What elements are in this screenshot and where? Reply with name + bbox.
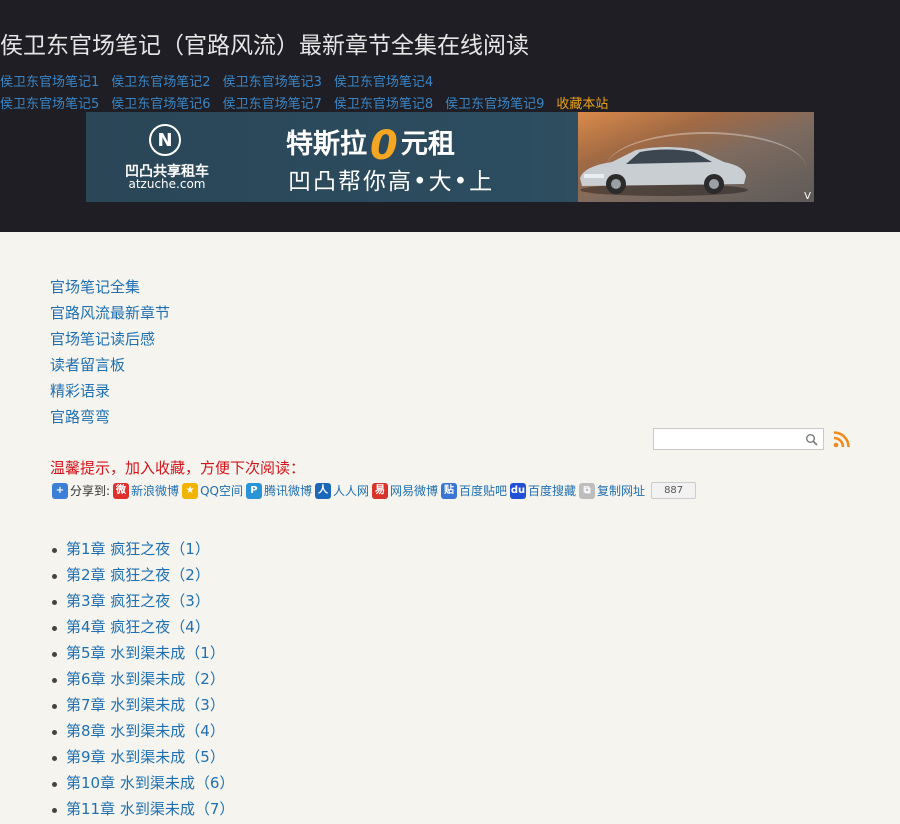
share-tqq-label: 腾讯微博 bbox=[263, 484, 312, 498]
weibo-icon: 微 bbox=[113, 482, 130, 499]
banner-headline-prefix: 特斯拉 bbox=[286, 129, 367, 160]
link-quotes[interactable]: 精彩语录 bbox=[50, 380, 170, 406]
list-item: 第5章 水到渠未成（1） bbox=[51, 642, 234, 668]
link-latest-chapters[interactable]: 官路风流最新章节 bbox=[50, 302, 170, 328]
list-item: 第1章 疯狂之夜（1） bbox=[51, 538, 234, 564]
nav-link-book-5[interactable]: 侯卫东官场笔记5 bbox=[0, 97, 99, 112]
top-nav-row-2: 侯卫东官场笔记5 侯卫东官场笔记6 侯卫东官场笔记7 侯卫东官场笔记8 侯卫东官场笔记9… bbox=[0, 93, 620, 112]
page-title: 侯卫东官场笔记（官路风流）最新章节全集在线阅读 bbox=[0, 33, 529, 59]
nav-link-book-4[interactable]: 侯卫东官场笔记4 bbox=[334, 75, 433, 90]
link-review[interactable]: 官场笔记读后感 bbox=[50, 328, 170, 354]
netease-icon: 易 bbox=[372, 482, 388, 499]
link-guanluwanwan[interactable]: 官路弯弯 bbox=[50, 406, 170, 432]
rss-icon[interactable] bbox=[833, 431, 850, 448]
banner-brand-domain: atzuche.com bbox=[128, 177, 206, 191]
chapter-link-4[interactable]: 第4章 疯狂之夜（4） bbox=[66, 618, 210, 636]
bookmark-site-link[interactable]: 收藏本站 bbox=[556, 97, 608, 112]
chapter-link-6[interactable]: 第6章 水到渠未成（2） bbox=[66, 670, 225, 688]
share-more-button[interactable]: + 分享到: bbox=[52, 482, 110, 499]
baidu-paw-icon: du bbox=[510, 482, 527, 499]
atzuche-logo-icon: N bbox=[149, 124, 181, 156]
chapter-link-10[interactable]: 第10章 水到渠未成（6） bbox=[66, 774, 234, 792]
share-qzone[interactable]: ★ QQ空间 bbox=[182, 482, 243, 499]
search-input[interactable] bbox=[653, 428, 824, 450]
search-icon[interactable] bbox=[805, 433, 819, 447]
list-item: 第2章 疯狂之夜（2） bbox=[51, 564, 234, 590]
nav-link-book-2[interactable]: 侯卫东官场笔记2 bbox=[111, 75, 210, 90]
top-nav-row-1: 侯卫东官场笔记1 侯卫东官场笔记2 侯卫东官场笔记3 侯卫东官场笔记4 bbox=[0, 71, 445, 90]
link-guestbook[interactable]: 读者留言板 bbox=[50, 354, 170, 380]
chapter-link-2[interactable]: 第2章 疯狂之夜（2） bbox=[66, 566, 210, 584]
chapter-link-5[interactable]: 第5章 水到渠未成（1） bbox=[66, 644, 225, 662]
share-copy[interactable]: ⧉ 复制网址 bbox=[579, 482, 645, 499]
share-copy-label: 复制网址 bbox=[597, 484, 646, 498]
share-count-badge: 887 bbox=[651, 482, 697, 499]
share-sina[interactable]: 微新浪微博 bbox=[113, 482, 179, 499]
tieba-icon: 贴 bbox=[441, 482, 458, 499]
list-item: 第10章 水到渠未成（6） bbox=[51, 772, 234, 798]
chapter-list: 第1章 疯狂之夜（1） 第2章 疯狂之夜（2） 第3章 疯狂之夜（3） 第4章 … bbox=[50, 538, 234, 824]
share-baidu[interactable]: du 百度搜藏 bbox=[510, 482, 576, 499]
nav-link-book-3[interactable]: 侯卫东官场笔记3 bbox=[223, 75, 322, 90]
chapter-link-11[interactable]: 第11章 水到渠未成（7） bbox=[66, 800, 234, 818]
site-header: 侯卫东官场笔记（官路风流）最新章节全集在线阅读 侯卫东官场笔记1 侯卫东官场笔记2… bbox=[0, 0, 900, 232]
share-sina-label: 新浪微博 bbox=[131, 484, 180, 498]
list-item: 第4章 疯狂之夜（4） bbox=[51, 616, 234, 642]
chapter-link-9[interactable]: 第9章 水到渠未成（5） bbox=[66, 748, 225, 766]
chapter-link-3[interactable]: 第3章 疯狂之夜（3） bbox=[66, 592, 210, 610]
copy-icon: ⧉ bbox=[579, 482, 596, 499]
banner-headline-suffix: 元租 bbox=[400, 129, 455, 160]
bookmark-tip: 温馨提示，加入收藏，方便下次阅读： bbox=[50, 459, 306, 477]
tencent-weibo-icon: P bbox=[245, 482, 262, 499]
share-netease[interactable]: 易网易微博 bbox=[372, 482, 438, 499]
ad-corner-mark: V bbox=[804, 191, 811, 202]
chapter-link-1[interactable]: 第1章 疯狂之夜（1） bbox=[66, 540, 210, 558]
share-tieba-label: 百度贴吧 bbox=[459, 484, 508, 498]
share-tqq[interactable]: P 腾讯微博 bbox=[245, 482, 312, 499]
list-item: 第8章 水到渠未成（4） bbox=[51, 720, 234, 746]
side-links: 官场笔记全集 官路风流最新章节 官场笔记读后感 读者留言板 精彩语录 官路弯弯 bbox=[50, 276, 170, 432]
list-item: 第11章 水到渠未成（7） bbox=[51, 798, 234, 824]
list-item: 第9章 水到渠未成（5） bbox=[51, 746, 234, 772]
renren-icon: 人 bbox=[314, 482, 331, 499]
banner-slogan: 凹凸帮你高•大•上 bbox=[288, 169, 495, 195]
nav-link-book-6[interactable]: 侯卫东官场笔记6 bbox=[111, 97, 210, 112]
nav-link-book-8[interactable]: 侯卫东官场笔记8 bbox=[334, 97, 433, 112]
qzone-icon: ★ bbox=[182, 482, 199, 499]
plus-icon: + bbox=[52, 482, 68, 499]
share-label: 分享到: bbox=[70, 484, 111, 498]
chapter-link-8[interactable]: 第8章 水到渠未成（4） bbox=[66, 722, 225, 740]
nav-link-book-1[interactable]: 侯卫东官场笔记1 bbox=[0, 75, 99, 90]
ad-banner[interactable]: N 凹凸共享租车 atzuche.com 特斯拉0 元租 凹凸帮你高•大•上 V bbox=[86, 112, 814, 202]
list-item: 第7章 水到渠未成（3） bbox=[51, 694, 234, 720]
share-tieba[interactable]: 贴百度贴吧 bbox=[441, 482, 507, 499]
share-bar: + 分享到: 微新浪微博 ★ QQ空间 P 腾讯微博 人人人网 易网易微博 贴百度贴吧… bbox=[52, 482, 697, 499]
list-item: 第3章 疯狂之夜（3） bbox=[51, 590, 234, 616]
share-renren-label: 人人网 bbox=[332, 484, 369, 498]
share-netease-label: 网易微博 bbox=[390, 484, 439, 498]
share-renren[interactable]: 人人人网 bbox=[314, 482, 369, 499]
car-image bbox=[580, 147, 748, 196]
share-qzone-label: QQ空间 bbox=[200, 484, 243, 498]
list-item: 第6章 水到渠未成（2） bbox=[51, 668, 234, 694]
nav-link-book-9[interactable]: 侯卫东官场笔记9 bbox=[445, 97, 544, 112]
link-collection[interactable]: 官场笔记全集 bbox=[50, 276, 170, 302]
chapter-link-7[interactable]: 第7章 水到渠未成（3） bbox=[66, 696, 225, 714]
share-baidu-label: 百度搜藏 bbox=[528, 484, 577, 498]
nav-link-book-7[interactable]: 侯卫东官场笔记7 bbox=[223, 97, 322, 112]
